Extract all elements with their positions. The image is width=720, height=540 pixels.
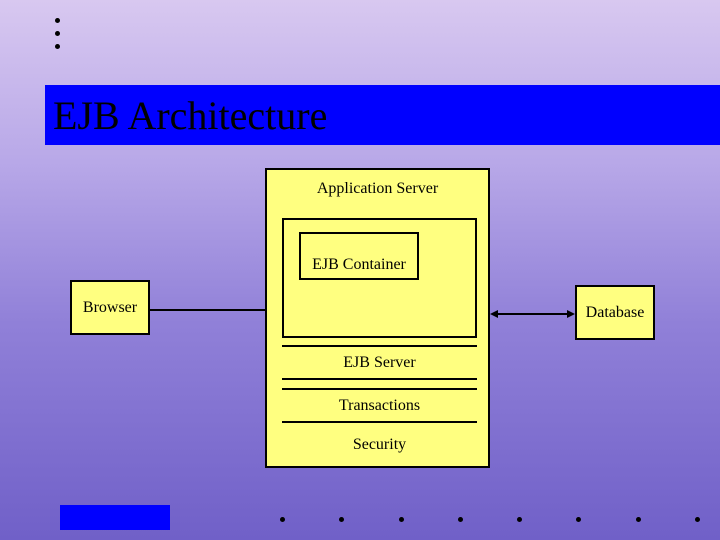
ejb-container-wrapper: EJB Container — [282, 218, 477, 338]
decorative-footer-dots — [280, 517, 700, 522]
transactions-box: Transactions — [282, 388, 477, 423]
decorative-footer-bar — [60, 505, 170, 530]
connector-appserver-database — [490, 310, 575, 318]
transactions-label: Transactions — [339, 397, 420, 415]
connector-browser-appserver — [150, 308, 265, 312]
title-bar: EJB Architecture — [45, 85, 720, 145]
ejb-server-box: EJB Server — [282, 345, 477, 380]
ejb-server-label: EJB Server — [343, 354, 415, 372]
database-box: Database — [575, 285, 655, 340]
browser-box: Browser — [70, 280, 150, 335]
ejb-container-label: EJB Container — [312, 256, 406, 274]
slide-title: EJB Architecture — [45, 92, 327, 139]
security-box: Security — [282, 430, 477, 460]
diagram-canvas: Browser Database Application Server EJB … — [0, 160, 720, 540]
browser-label: Browser — [83, 299, 137, 317]
ejb-container-box: EJB Container — [299, 232, 419, 280]
database-label: Database — [586, 304, 645, 322]
application-server-label: Application Server — [267, 180, 488, 198]
application-server-box: Application Server EJB Container EJB Ser… — [265, 168, 490, 468]
decorative-bullets-top — [55, 10, 60, 57]
security-label: Security — [353, 436, 406, 454]
